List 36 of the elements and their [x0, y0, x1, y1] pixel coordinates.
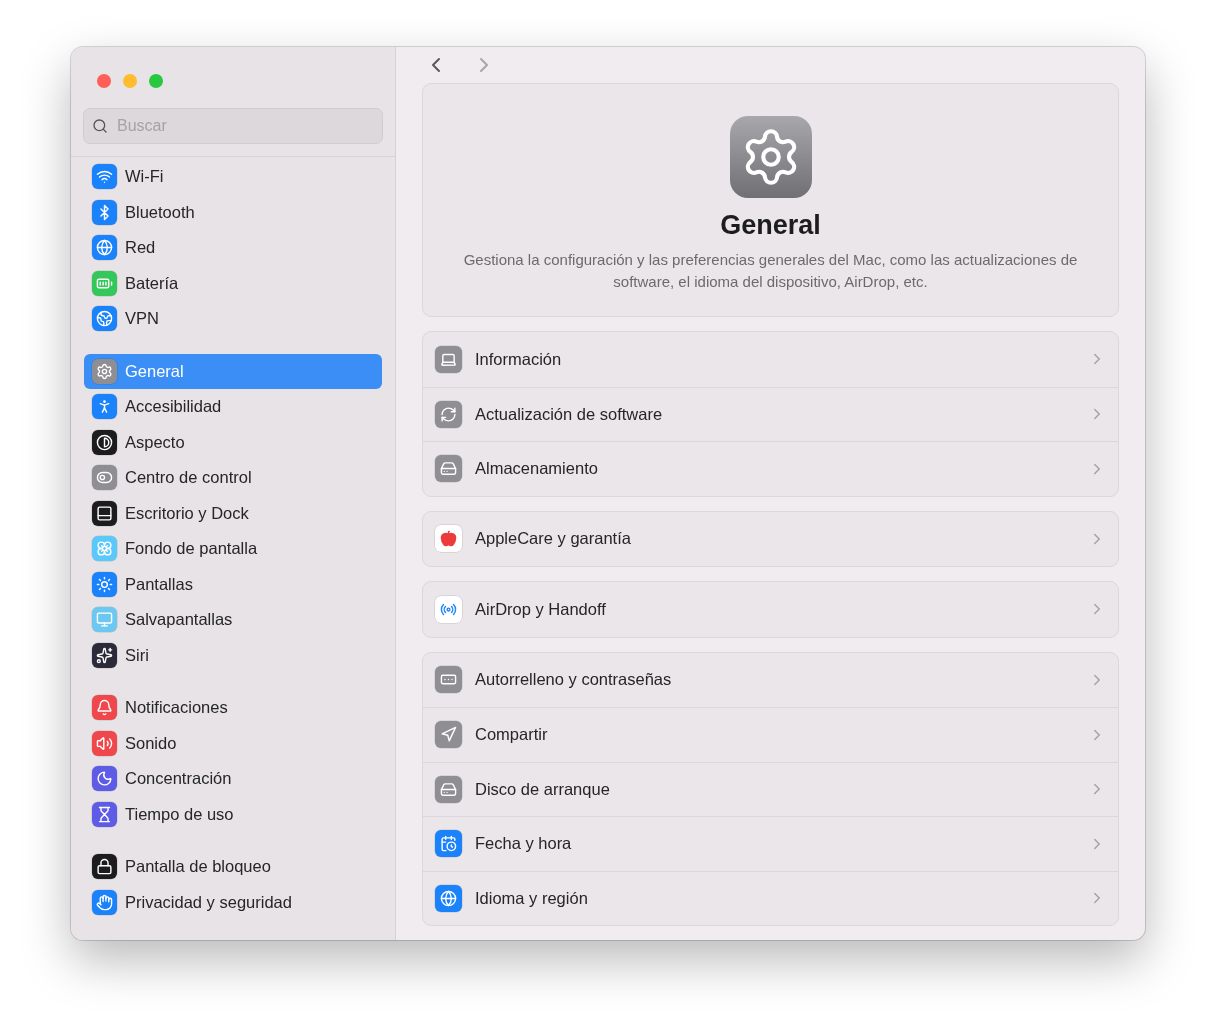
sidebar-item[interactable]: Pantallas	[84, 566, 382, 602]
sidebar-item[interactable]: Sonido	[84, 725, 382, 761]
sidebar-item[interactable]: Fondo de pantalla	[84, 531, 382, 567]
sidebar-item[interactable]: Tiempo de uso	[84, 796, 382, 832]
sidebar-item[interactable]: Red	[84, 230, 382, 266]
page-title: General	[720, 210, 821, 241]
sidebar-item[interactable]: Centro de control	[84, 460, 382, 496]
zoom-button[interactable]	[149, 74, 163, 88]
sidebar-item[interactable]: Salvapantallas	[84, 602, 382, 638]
sidebar-item[interactable]: VPN	[84, 301, 382, 337]
sidebar-item[interactable]: Batería	[84, 265, 382, 301]
settings-row[interactable]: AirDrop y Handoff	[423, 582, 1118, 637]
settings-row[interactable]: Fecha y hora	[423, 816, 1118, 871]
settings-row[interactable]: Información	[423, 332, 1118, 387]
sidebar-item[interactable]: Aspecto	[84, 424, 382, 460]
sidebar-item[interactable]: Wi-Fi	[84, 159, 382, 195]
gear-icon	[729, 116, 812, 198]
sidebar-item[interactable]: Accesibilidad	[84, 389, 382, 425]
settings-row[interactable]: Autorrelleno y contraseñas	[423, 652, 1118, 707]
minimize-button[interactable]	[123, 74, 137, 88]
sidebar-item[interactable]: Notificaciones	[84, 690, 382, 726]
search-icon	[92, 118, 108, 134]
sidebar-item[interactable]: Escritorio y Dock	[84, 495, 382, 531]
sidebar-item[interactable]: Siri	[84, 637, 382, 673]
settings-row[interactable]: Almacenamiento	[423, 441, 1118, 496]
settings-row[interactable]: AppleCare y garantía	[423, 511, 1118, 566]
settings-row[interactable]: Compartir	[423, 707, 1118, 762]
settings-row[interactable]: Disco de arranque	[423, 761, 1118, 816]
close-button[interactable]	[97, 74, 111, 88]
page-description: Gestiona la configuración y las preferencias generales del Mac, como las actualizaciones de software, el idioma del dispositivo, AirDrop, etc.	[462, 250, 1079, 292]
settings-row[interactable]: Actualización de software	[423, 386, 1118, 441]
sidebar-item[interactable]: Privacidad y seguridad	[84, 884, 382, 920]
sidebar-item[interactable]: Pantalla de bloqueo	[84, 849, 382, 885]
sidebar-item[interactable]: Concentración	[84, 761, 382, 797]
settings-row[interactable]: Idioma y región	[423, 870, 1118, 925]
sidebar-item[interactable]: Bluetooth	[84, 194, 382, 230]
